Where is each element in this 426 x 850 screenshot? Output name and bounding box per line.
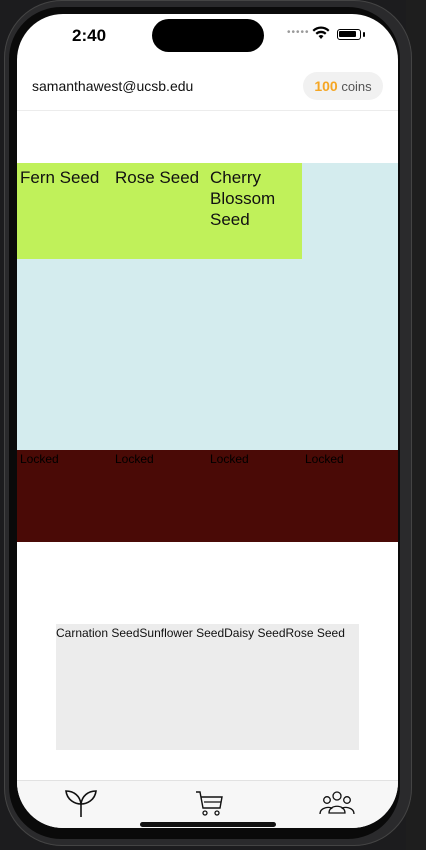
app-screen: 2:40 ••••• samanthawest@ucsb.edu 100 coi… — [17, 14, 398, 828]
home-indicator[interactable] — [140, 822, 276, 827]
battery-tip — [363, 32, 365, 37]
locked-plot[interactable]: Locked — [302, 450, 397, 542]
coins-count: 100 — [314, 78, 338, 94]
community-icon[interactable] — [317, 787, 357, 819]
inventory-item-carnation[interactable]: Carnation Seed — [56, 624, 139, 640]
locked-plots-row: Locked Locked Locked Locked — [17, 450, 398, 542]
signal-icon: ••••• — [287, 27, 310, 38]
planted-seeds-row: Fern Seed Rose Seed Cherry Blossom Seed — [17, 163, 302, 259]
plant-icon[interactable] — [61, 787, 101, 819]
seed-inventory: Carnation Seed Sunflower Seed Daisy Seed… — [56, 624, 359, 750]
coins-label: coins — [341, 79, 372, 94]
user-email: samanthawest@ucsb.edu — [32, 78, 194, 94]
seed-slot-rose[interactable]: Rose Seed — [112, 163, 207, 259]
battery-icon — [337, 29, 361, 40]
locked-plot[interactable]: Locked — [17, 450, 112, 542]
tab-bar — [17, 780, 398, 828]
wifi-icon — [312, 26, 330, 39]
seed-slot-cherry-blossom[interactable]: Cherry Blossom Seed — [207, 163, 302, 259]
inventory-item-sunflower[interactable]: Sunflower Seed — [139, 624, 224, 640]
locked-plot[interactable]: Locked — [207, 450, 302, 542]
status-bar: 2:40 ••••• — [17, 14, 398, 62]
dynamic-island — [152, 19, 264, 52]
app-header: samanthawest@ucsb.edu 100 coins — [17, 64, 398, 111]
status-time: 2:40 — [72, 26, 107, 45]
seed-slot-fern[interactable]: Fern Seed — [17, 163, 112, 259]
inventory-item-rose[interactable]: Rose Seed — [286, 624, 345, 640]
locked-plot[interactable]: Locked — [112, 450, 207, 542]
cart-icon[interactable] — [189, 787, 229, 819]
garden-area: Fern Seed Rose Seed Cherry Blossom Seed — [17, 163, 398, 450]
inventory-item-daisy[interactable]: Daisy Seed — [224, 624, 285, 640]
coins-badge: 100 coins — [303, 72, 383, 100]
